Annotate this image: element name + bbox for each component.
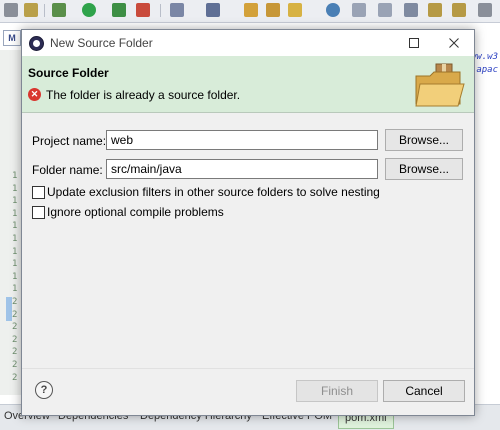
maximize-button[interactable] [394,30,434,56]
help-button[interactable]: ? [35,381,53,399]
editor-tab-icon[interactable]: M [3,30,21,46]
project-name-input[interactable] [106,130,378,150]
error-message: The folder is already a source folder. [46,88,241,102]
update-exclusion-label: Update exclusion filters in other source… [47,185,380,199]
forward-icon[interactable] [452,3,466,17]
toolbar-icon[interactable] [352,3,366,17]
close-button[interactable] [434,30,474,56]
project-browse-button[interactable]: Browse... [385,129,463,151]
toolbar-icon[interactable] [24,3,38,17]
update-exclusion-checkbox[interactable] [32,186,45,199]
toolbar-separator [160,4,161,17]
stop-icon[interactable] [136,3,150,17]
error-icon: ✕ [28,88,41,101]
toolbar-icon[interactable] [404,3,418,17]
dialog-header: Source Folder ✕ The folder is already a … [22,56,474,113]
folder-browse-button[interactable]: Browse... [385,158,463,180]
source-folder-icon [415,63,465,107]
toolbar-separator [44,4,45,17]
code-fragment: apac [476,65,498,75]
globe-icon[interactable] [326,3,340,17]
window-title: New Source Folder [50,36,153,50]
ignore-compile-problems-checkbox[interactable] [32,206,45,219]
folder-name-input[interactable] [106,159,378,179]
header-title: Source Folder [28,66,109,80]
debug-icon[interactable] [52,3,66,17]
finish-button[interactable]: Finish [296,380,378,402]
run-config-icon[interactable] [112,3,126,17]
run-icon[interactable] [82,3,96,17]
toolbar-icon[interactable] [288,3,302,17]
title-bar[interactable]: New Source Folder [22,30,474,56]
project-name-label: Project name: [32,134,107,148]
eclipse-icon [29,36,44,51]
toolbar-icon[interactable] [4,3,18,17]
maximize-icon [409,38,419,48]
open-resource-icon[interactable] [266,3,280,17]
toolbar-icon[interactable] [378,3,392,17]
new-source-folder-dialog: New Source Folder Source Folder ✕ The fo… [21,29,475,416]
back-icon[interactable] [428,3,442,17]
folder-name-label: Folder name: [32,163,103,177]
toolbar-icon[interactable] [206,3,220,17]
ide-toolbar [0,0,500,23]
footer-divider [22,368,474,369]
toolbar-icon[interactable] [170,3,184,17]
toolbar-icon[interactable] [478,3,492,17]
ignore-compile-problems-label: Ignore optional compile problems [47,205,224,219]
cancel-button[interactable]: Cancel [383,380,465,402]
open-type-icon[interactable] [244,3,258,17]
close-icon [449,38,459,48]
